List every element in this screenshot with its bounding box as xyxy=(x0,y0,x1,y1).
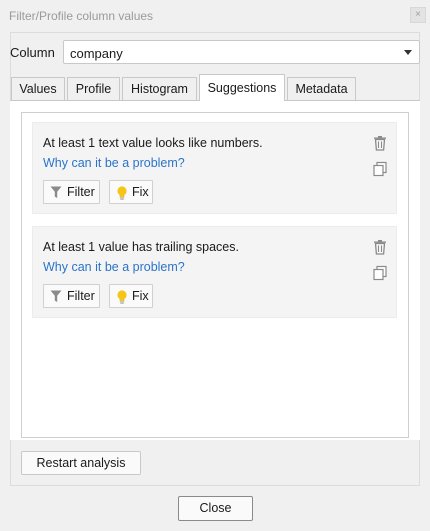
column-select[interactable]: company xyxy=(63,40,420,64)
suggestion-text: At least 1 text value looks like numbers… xyxy=(43,136,263,150)
fix-button[interactable]: Fix xyxy=(109,180,153,204)
fix-button[interactable]: Fix xyxy=(109,284,153,308)
chevron-down-icon xyxy=(404,50,412,55)
restart-analysis-button[interactable]: Restart analysis xyxy=(21,451,141,475)
lightbulb-icon xyxy=(117,186,127,200)
window-title: Filter/Profile column values xyxy=(9,9,154,23)
window-close-button[interactable]: × xyxy=(410,7,426,23)
column-label: Column xyxy=(10,45,55,60)
suggestion-text: At least 1 value has trailing spaces. xyxy=(43,240,239,254)
title-bar: Filter/Profile column values × xyxy=(0,0,430,32)
lightbulb-icon xyxy=(117,290,127,304)
close-button[interactable]: Close xyxy=(178,496,253,521)
copy-icon[interactable] xyxy=(372,265,388,281)
fix-label: Fix xyxy=(132,289,149,303)
fix-label: Fix xyxy=(132,185,149,199)
filter-button[interactable]: Filter xyxy=(43,180,100,204)
trash-icon[interactable] xyxy=(372,135,388,151)
filter-button[interactable]: Filter xyxy=(43,284,100,308)
suggestion-card: At least 1 text value looks like numbers… xyxy=(32,122,397,214)
tab-profile[interactable]: Profile xyxy=(67,77,120,100)
column-select-value: company xyxy=(70,46,123,61)
tab-suggestions[interactable]: Suggestions xyxy=(199,74,285,101)
tab-histogram[interactable]: Histogram xyxy=(122,77,197,100)
filter-funnel-icon xyxy=(50,290,62,302)
filter-label: Filter xyxy=(67,289,95,303)
copy-icon[interactable] xyxy=(372,161,388,177)
why-problem-link[interactable]: Why can it be a problem? xyxy=(43,260,185,274)
suggestion-card: At least 1 value has trailing spaces. Wh… xyxy=(32,226,397,318)
trash-icon[interactable] xyxy=(372,239,388,255)
why-problem-link[interactable]: Why can it be a problem? xyxy=(43,156,185,170)
filter-label: Filter xyxy=(67,185,95,199)
filter-funnel-icon xyxy=(50,186,62,198)
tab-values[interactable]: Values xyxy=(11,77,65,100)
tab-metadata[interactable]: Metadata xyxy=(287,77,356,100)
